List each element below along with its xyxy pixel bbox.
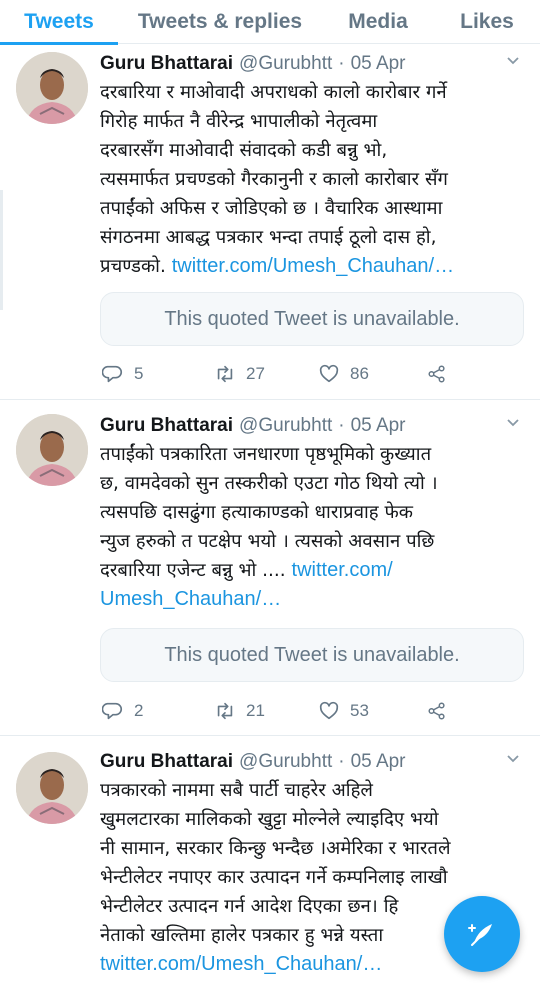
tweet-text: तपाईंको पत्रकारिता जनधारणा पृष्ठभूमिको क…: [100, 440, 530, 614]
compose-feather-icon: [468, 924, 492, 946]
like-button[interactable]: 53: [318, 696, 369, 726]
text-line: गिरोह मार्फत नै वीरेन्द्र भापालीको नेतृत…: [100, 111, 378, 132]
tab-media[interactable]: Media: [322, 0, 434, 44]
share-icon: [428, 702, 445, 720]
retweet-button[interactable]: 21: [214, 696, 265, 726]
author-name[interactable]: Guru Bhattarai: [100, 53, 233, 75]
text-line: Umesh_Chauhan/…: [100, 585, 530, 614]
chevron-down-icon[interactable]: [506, 54, 520, 68]
tweet-header: Guru Bhattarai @Gurubhtt · 05 Apr: [100, 746, 526, 778]
separator-dot: ·: [338, 751, 345, 772]
compose-tweet-button[interactable]: [444, 896, 520, 972]
text-line: पत्रकारको नाममा सबै पार्टी चाहरेर अहिले: [100, 780, 373, 801]
tweet-header: Guru Bhattarai @Gurubhtt · 05 Apr: [100, 410, 526, 442]
like-count: 53: [350, 701, 369, 720]
share-button[interactable]: [426, 359, 458, 389]
text-line: प्रचण्डको. twitter.com/Umesh_Chauhan/…: [100, 252, 530, 281]
avatar[interactable]: [16, 414, 88, 486]
reply-count: 5: [134, 364, 144, 383]
share-icon: [428, 365, 445, 383]
retweet-button[interactable]: 27: [214, 359, 265, 389]
tweet-text: दरबारिया र माओवादी अपराधको कालो कारोबार …: [100, 78, 530, 281]
text-fragment: दरबारिया एजेन्ट बन्नु भो ....: [100, 560, 292, 581]
chevron-down-icon[interactable]: [506, 416, 520, 430]
quoted-tweet-unavailable: This quoted Tweet is unavailable.: [100, 628, 524, 682]
author-name[interactable]: Guru Bhattarai: [100, 751, 233, 773]
retweet-count: 21: [246, 701, 265, 720]
text-line: त्यसपछि दासढुंगा हत्याकाण्डको धाराप्रवाह…: [100, 502, 413, 523]
tab-likes[interactable]: Likes: [434, 0, 540, 44]
text-line: तपाईंको पत्रकारिता जनधारणा पृष्ठभूमिको क…: [100, 444, 432, 465]
text-line: दरबारसँग माओवादी संवादको कडी बन्नु भो,: [100, 140, 388, 161]
chevron-down-icon[interactable]: [506, 752, 520, 766]
text-line: छ, वामदेवको सुन तस्करीको एउटा गोठ थियो त…: [100, 473, 438, 494]
author-handle[interactable]: @Gurubhtt: [239, 751, 332, 773]
profile-tabs: Tweets Tweets & replies Media Likes: [0, 0, 540, 45]
tweet-date[interactable]: 05 Apr: [351, 415, 406, 437]
reply-button[interactable]: 2: [102, 696, 143, 726]
tweet-actions: 2 21 53: [100, 696, 520, 726]
reply-count: 2: [134, 701, 144, 720]
reply-icon: [102, 365, 122, 383]
separator-dot: ·: [338, 53, 345, 74]
reply-icon: [102, 702, 122, 720]
quoted-tweet-unavailable: This quoted Tweet is unavailable.: [100, 292, 524, 346]
text-line: दरबारिया एजेन्ट बन्नु भो .... twitter.co…: [100, 556, 530, 585]
text-line: भेन्टीलेटर नपाएर कार उत्पादन गर्ने कम्पन…: [100, 867, 448, 888]
heart-icon: [319, 701, 339, 720]
like-button[interactable]: 86: [318, 359, 369, 389]
share-button[interactable]: [426, 696, 458, 726]
tweet[interactable]: Guru Bhattarai @Gurubhtt · 05 Apr तपाईंक…: [0, 400, 540, 736]
tweet-link[interactable]: twitter.com/: [292, 559, 393, 581]
tweet-link[interactable]: twitter.com/Umesh_Chauhan/…: [100, 953, 382, 975]
tab-tweets-and-replies[interactable]: Tweets & replies: [118, 0, 322, 44]
heart-icon: [319, 364, 339, 383]
avatar[interactable]: [16, 52, 88, 124]
text-line: न्युज हरुको त पटक्षेप भयो । त्यसको अवसान…: [100, 531, 435, 552]
text-line: दरबारिया र माओवादी अपराधको कालो कारोबार …: [100, 82, 447, 103]
tweet-link-continued[interactable]: Umesh_Chauhan/…: [100, 588, 281, 610]
tweet-date[interactable]: 05 Apr: [351, 751, 406, 773]
tweet-actions: 5 27 86: [100, 359, 520, 389]
tweet-date[interactable]: 05 Apr: [351, 53, 406, 75]
text-line: संगठनमा आबद्ध पत्रकार भन्दा तपाई ठूलो दा…: [100, 227, 437, 248]
author-handle[interactable]: @Gurubhtt: [239, 415, 332, 437]
text-line: खुमलटारका मालिकको खुट्टा मोल्नेले ल्याइद…: [100, 809, 439, 830]
avatar[interactable]: [16, 752, 88, 824]
text-line: तपाईंको अफिस र जोडिएको छ । वैचारिक आस्था…: [100, 198, 443, 219]
retweet-icon: [217, 702, 233, 720]
author-name[interactable]: Guru Bhattarai: [100, 415, 233, 437]
text-line: नी सामान, सरकार किन्छु भन्दैछ ।अमेरिका र…: [100, 838, 451, 859]
retweet-count: 27: [246, 364, 265, 383]
tweet-header: Guru Bhattarai @Gurubhtt · 05 Apr: [100, 48, 526, 80]
author-handle[interactable]: @Gurubhtt: [239, 53, 332, 75]
tweet-link[interactable]: twitter.com/Umesh_Chauhan/…: [172, 255, 454, 277]
like-count: 86: [350, 364, 369, 383]
retweet-icon: [217, 365, 233, 383]
separator-dot: ·: [338, 415, 345, 436]
text-fragment: प्रचण्डको.: [100, 256, 172, 277]
text-line: त्यसमार्फत प्रचण्डको गैरकानुनी र कालो का…: [100, 169, 448, 190]
tweet[interactable]: Guru Bhattarai @Gurubhtt · 05 Apr दरबारि…: [0, 44, 540, 400]
reply-button[interactable]: 5: [102, 359, 143, 389]
tab-tweets[interactable]: Tweets: [0, 0, 118, 45]
